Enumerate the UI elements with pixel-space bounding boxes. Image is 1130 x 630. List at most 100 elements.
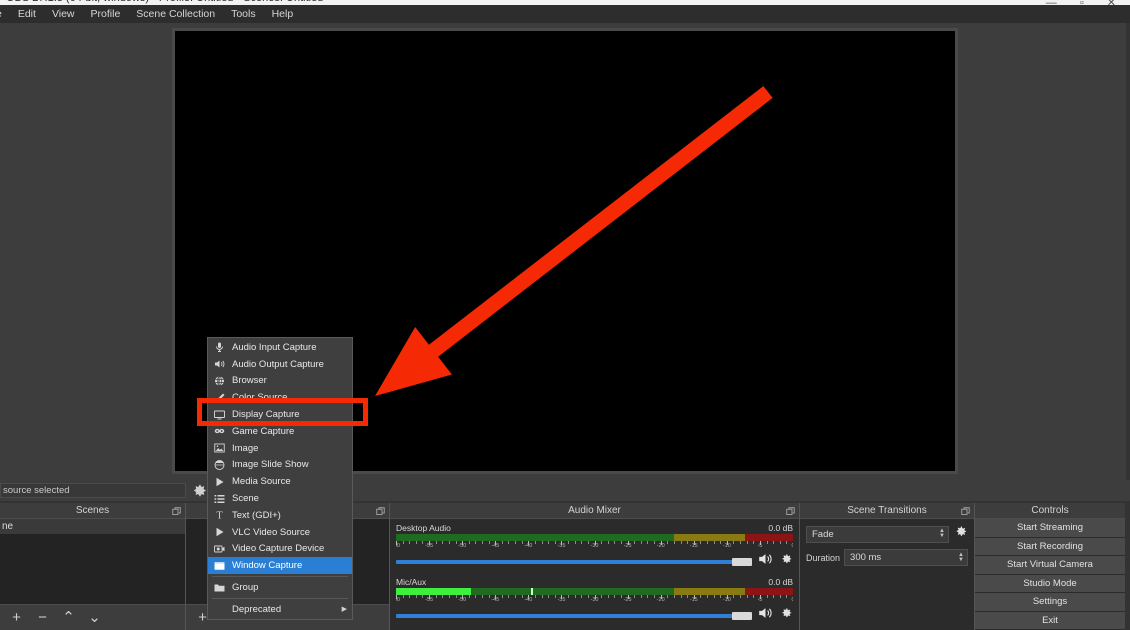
menu-item-label: Audio Output Capture <box>232 359 324 370</box>
meter-tick <box>508 595 509 598</box>
meter-tick <box>416 541 417 544</box>
remove-scene-button[interactable]: − <box>34 609 51 626</box>
meter-tick <box>575 541 576 544</box>
meter-tick <box>740 595 741 598</box>
menu-view[interactable]: View <box>44 5 83 23</box>
meter-tick <box>409 595 410 598</box>
meter-tick <box>654 541 655 544</box>
menu-item-color-source[interactable]: Color Source <box>208 389 352 406</box>
menu-item-audio-output-capture[interactable]: Audio Output Capture <box>208 356 352 373</box>
mute-speaker-icon[interactable] <box>757 606 774 625</box>
float-icon[interactable] <box>786 506 795 515</box>
meter-tick-label: 0 <box>791 597 793 603</box>
meter-tick <box>747 595 748 598</box>
menu-item-audio-input-capture[interactable]: Audio Input Capture <box>208 339 352 356</box>
move-scene-down-button[interactable]: ⌄ <box>86 609 103 626</box>
meter-tick-label: -60 <box>396 543 400 549</box>
meter-tick <box>767 595 768 598</box>
meter-tick <box>720 541 721 544</box>
menu-edit[interactable]: Edit <box>10 5 44 23</box>
controls-dock-title-text: Controls <box>1031 505 1068 516</box>
menu-item-game-capture[interactable]: Game Capture <box>208 423 352 440</box>
mixer-dock-body: Desktop Audio 0.0 dB -60-55-50-45-40-35-… <box>390 518 799 630</box>
meter-tick-label: -40 <box>524 543 532 549</box>
meter-tick-label: -5 <box>757 597 762 603</box>
studio-mode-button[interactable]: Studio Mode <box>975 575 1125 593</box>
move-scene-up-button[interactable]: ⌃ <box>60 609 77 626</box>
menu-item-image-slide-show[interactable]: Image Slide Show <box>208 457 352 474</box>
menu-item-media-source[interactable]: Media Source <box>208 473 352 490</box>
image-icon <box>212 442 227 455</box>
volume-slider[interactable] <box>396 610 752 622</box>
transition-properties-gear-icon[interactable] <box>953 524 968 544</box>
menu-help[interactable]: Help <box>264 5 302 23</box>
meter-tick <box>475 541 476 544</box>
volume-slider-handle[interactable] <box>732 612 752 620</box>
meter-tick-label: -40 <box>524 597 532 603</box>
meter-tick <box>522 541 523 544</box>
settings-button[interactable]: Settings <box>975 593 1125 611</box>
duration-stepper[interactable]: ▲▼ <box>955 553 967 563</box>
meter-tick <box>581 541 582 544</box>
menu-scene-collection[interactable]: Scene Collection <box>128 5 223 23</box>
exit-button[interactable]: Exit <box>975 612 1125 630</box>
menu-item-video-capture-device[interactable]: Video Capture Device <box>208 541 352 558</box>
meter-tick <box>442 541 443 544</box>
list-icon <box>212 492 227 505</box>
start-streaming-button[interactable]: Start Streaming <box>975 519 1125 537</box>
meter-tick <box>773 595 774 598</box>
menu-item-text-gdi[interactable]: TText (GDI+) <box>208 507 352 524</box>
menu-tools[interactable]: Tools <box>223 5 264 23</box>
menu-item-vlc-video-source[interactable]: VLC Video Source <box>208 524 352 541</box>
duration-input[interactable]: 300 ms ▲▼ <box>844 549 968 566</box>
menu-item-scene[interactable]: Scene <box>208 490 352 507</box>
start-virtual-camera-button[interactable]: Start Virtual Camera <box>975 556 1125 574</box>
track-settings-gear-icon[interactable] <box>779 552 793 571</box>
track-settings-gear-icon[interactable] <box>779 606 793 625</box>
menu-file[interactable]: e <box>0 5 10 23</box>
volume-slider[interactable] <box>396 556 752 568</box>
mute-speaker-icon[interactable] <box>757 552 774 571</box>
menu-item-label: Scene <box>232 493 259 504</box>
meter-tick <box>740 541 741 544</box>
transition-select[interactable]: Fade ▲▼ <box>806 526 949 543</box>
menu-item-browser[interactable]: Browser <box>208 373 352 390</box>
meter-tick <box>575 595 576 598</box>
menu-item-image[interactable]: Image <box>208 440 352 457</box>
scene-list[interactable]: ne <box>0 519 185 604</box>
meter-tick <box>621 595 622 598</box>
mixer-track-desktop-audio: Desktop Audio 0.0 dB -60-55-50-45-40-35-… <box>396 523 793 571</box>
menu-item-window-capture[interactable]: Window Capture <box>208 557 352 574</box>
none <box>212 603 227 616</box>
meter-tick <box>733 541 734 544</box>
scenes-toolbar: + − ⌃ ⌄ <box>0 604 185 630</box>
list-item[interactable]: ne <box>0 519 185 534</box>
add-source-context-menu[interactable]: Audio Input Capture Audio Output Capture B… <box>207 337 353 620</box>
source-properties-gear-icon[interactable] <box>189 481 208 500</box>
globe-icon <box>212 374 227 387</box>
menu-bar: e Edit View Profile Scene Collection Too… <box>0 5 1130 23</box>
track-db-value: 0.0 dB <box>768 577 793 587</box>
start-recording-button[interactable]: Start Recording <box>975 538 1125 556</box>
meter-tick <box>714 595 715 598</box>
meter-tick <box>687 595 688 598</box>
menu-item-group[interactable]: Group <box>208 579 352 596</box>
meter-tick <box>786 595 787 598</box>
add-scene-button[interactable]: + <box>8 609 25 626</box>
menu-item-deprecated[interactable]: Deprecated▶ <box>208 601 352 618</box>
meter-tick <box>641 541 642 544</box>
meter-tick-label: -55 <box>425 597 433 603</box>
menu-profile[interactable]: Profile <box>83 5 129 23</box>
meter-tick <box>449 541 450 544</box>
meter-tick <box>588 595 589 598</box>
float-icon[interactable] <box>376 506 385 515</box>
meter-tick <box>522 595 523 598</box>
volume-slider-handle[interactable] <box>732 558 752 566</box>
chevron-updown-icon[interactable]: ▲▼ <box>936 529 948 539</box>
float-icon[interactable] <box>961 506 970 515</box>
controls-dock-body: Start Streaming Start Recording Start Vi… <box>975 518 1125 630</box>
meter-tick <box>515 595 516 598</box>
meter-tick-label: -25 <box>624 543 632 549</box>
menu-item-display-capture[interactable]: Display Capture <box>208 406 352 423</box>
float-icon[interactable] <box>172 506 181 515</box>
